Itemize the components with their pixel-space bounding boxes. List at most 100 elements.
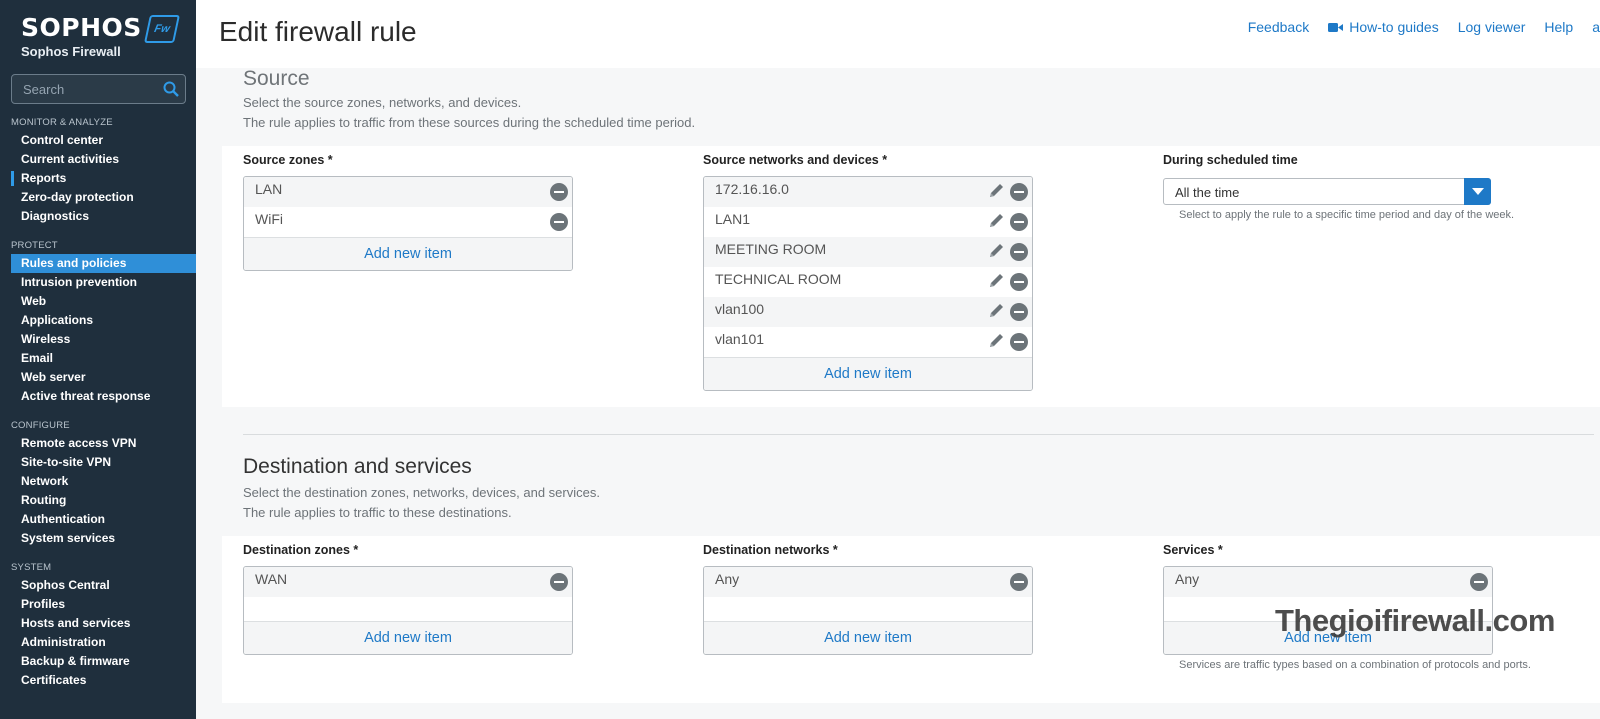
list-item-label: TECHNICAL ROOM [715, 271, 842, 287]
remove-icon[interactable] [550, 183, 568, 201]
list-item-label: LAN1 [715, 211, 751, 227]
firewall-badge-icon: Fw [144, 15, 180, 43]
list-item: vlan100 [704, 297, 1032, 327]
edit-pencil-icon[interactable] [988, 212, 1005, 229]
remove-icon[interactable] [1010, 183, 1028, 201]
nav-item-site-to-site-vpn[interactable]: Site-to-site VPN [0, 453, 196, 472]
remove-icon[interactable] [1470, 573, 1488, 591]
nav-item-email[interactable]: Email [0, 349, 196, 368]
destination-description-2: The rule applies to traffic to these des… [243, 505, 512, 520]
empty-row [704, 597, 1032, 621]
list-item-label: vlan100 [715, 301, 765, 317]
main-navigation: MONITOR & ANALYZE Control center Current… [0, 117, 196, 690]
destination-section-title: Destination and services [243, 455, 472, 478]
source-zones-list: LAN WiFi Add new item [243, 176, 573, 271]
remove-icon[interactable] [1010, 303, 1028, 321]
edit-pencil-icon[interactable] [988, 242, 1005, 259]
nav-item-intrusion-prevention[interactable]: Intrusion prevention [0, 273, 196, 292]
nav-item-hosts-and-services[interactable]: Hosts and services [0, 614, 196, 633]
nav-item-administration[interactable]: Administration [0, 633, 196, 652]
list-item-label: WiFi [255, 211, 283, 227]
schedule-hint: Select to apply the rule to a specific t… [1179, 209, 1515, 221]
remove-icon[interactable] [550, 573, 568, 591]
video-camera-icon [1328, 23, 1344, 32]
source-description-1: Select the source zones, networks, and d… [243, 95, 522, 110]
destination-zones-list: WAN Add new item [243, 566, 573, 655]
nav-item-control-center[interactable]: Control center [0, 131, 196, 150]
log-viewer-link[interactable]: Log viewer [1458, 19, 1526, 35]
schedule-select[interactable]: All the time [1163, 178, 1491, 205]
add-destination-zone-button[interactable]: Add new item [244, 621, 572, 654]
list-item: TECHNICAL ROOM [704, 267, 1032, 297]
schedule-select-value: All the time [1175, 185, 1240, 200]
list-item: MEETING ROOM [704, 237, 1032, 267]
nav-item-active-threat-response[interactable]: Active threat response [0, 387, 196, 406]
remove-icon[interactable] [1010, 273, 1028, 291]
section-divider [243, 434, 1594, 435]
list-item: WAN [244, 567, 572, 597]
add-source-network-button[interactable]: Add new item [704, 357, 1032, 390]
nav-section-protect: PROTECT [11, 240, 58, 251]
nav-item-reports[interactable]: Reports [0, 169, 196, 188]
search-icon[interactable] [162, 80, 180, 98]
nav-item-profiles[interactable]: Profiles [0, 595, 196, 614]
remove-icon[interactable] [1010, 243, 1028, 261]
help-link[interactable]: Help [1544, 19, 1573, 35]
feedback-link[interactable]: Feedback [1248, 19, 1309, 35]
nav-item-backup-firmware[interactable]: Backup & firmware [0, 652, 196, 671]
list-item: WiFi [244, 207, 572, 237]
nav-item-system-services[interactable]: System services [0, 529, 196, 548]
how-to-guides-label: How-to guides [1349, 19, 1439, 35]
add-source-zone-button[interactable]: Add new item [244, 237, 572, 270]
edit-pencil-icon[interactable] [988, 182, 1005, 199]
list-item: 172.16.16.0 [704, 177, 1032, 207]
services-label: Services * [1163, 543, 1223, 557]
nav-item-network[interactable]: Network [0, 472, 196, 491]
list-item-label: Any [1175, 571, 1200, 587]
nav-item-diagnostics[interactable]: Diagnostics [0, 207, 196, 226]
add-destination-network-button[interactable]: Add new item [704, 621, 1032, 654]
source-description-2: The rule applies to traffic from these s… [243, 115, 696, 130]
nav-item-web[interactable]: Web [0, 292, 196, 311]
nav-item-certificates[interactable]: Certificates [0, 671, 196, 690]
list-item: LAN1 [704, 207, 1032, 237]
remove-icon[interactable] [550, 213, 568, 231]
services-hint: Services are traffic types based on a co… [1179, 659, 1531, 671]
destination-description-1: Select the destination zones, networks, … [243, 485, 600, 500]
watermark: Thegioifirewall.com [1275, 603, 1555, 638]
edit-pencil-icon[interactable] [988, 272, 1005, 289]
chevron-down-icon[interactable] [1464, 178, 1491, 205]
nav-item-web-server[interactable]: Web server [0, 368, 196, 387]
nav-item-sophos-central[interactable]: Sophos Central [0, 576, 196, 595]
remove-icon[interactable] [1010, 213, 1028, 231]
admin-menu-link[interactable]: a [1592, 19, 1600, 35]
list-item: Any [704, 567, 1032, 597]
nav-item-applications[interactable]: Applications [0, 311, 196, 330]
nav-item-rules-and-policies[interactable]: Rules and policies [11, 254, 196, 273]
nav-item-authentication[interactable]: Authentication [0, 510, 196, 529]
search-input[interactable]: Search [11, 74, 186, 104]
edit-pencil-icon[interactable] [988, 332, 1005, 349]
nav-item-routing[interactable]: Routing [0, 491, 196, 510]
nav-section-configure: CONFIGURE [11, 420, 70, 431]
nav-section-monitor: MONITOR & ANALYZE [11, 117, 113, 128]
edit-pencil-icon[interactable] [988, 302, 1005, 319]
empty-row [244, 597, 572, 621]
destination-networks-list: Any Add new item [703, 566, 1033, 655]
nav-item-zero-day-protection[interactable]: Zero-day protection [0, 188, 196, 207]
nav-item-wireless[interactable]: Wireless [0, 330, 196, 349]
source-networks-list: 172.16.16.0 LAN1 MEETING ROOM TECHNICAL … [703, 176, 1033, 391]
list-item: LAN [244, 177, 572, 207]
list-item-label: Any [715, 571, 740, 587]
list-item-label: LAN [255, 181, 283, 197]
nav-item-remote-access-vpn[interactable]: Remote access VPN [0, 434, 196, 453]
how-to-guides-link[interactable]: How-to guides [1328, 19, 1439, 35]
remove-icon[interactable] [1010, 333, 1028, 351]
destination-zones-label: Destination zones * [243, 543, 359, 557]
source-networks-label: Source networks and devices * [703, 153, 888, 167]
nav-section-system: SYSTEM [11, 562, 52, 573]
remove-icon[interactable] [1010, 573, 1028, 591]
nav-item-current-activities[interactable]: Current activities [0, 150, 196, 169]
schedule-label: During scheduled time [1163, 153, 1298, 167]
list-item-label: vlan101 [715, 331, 765, 347]
